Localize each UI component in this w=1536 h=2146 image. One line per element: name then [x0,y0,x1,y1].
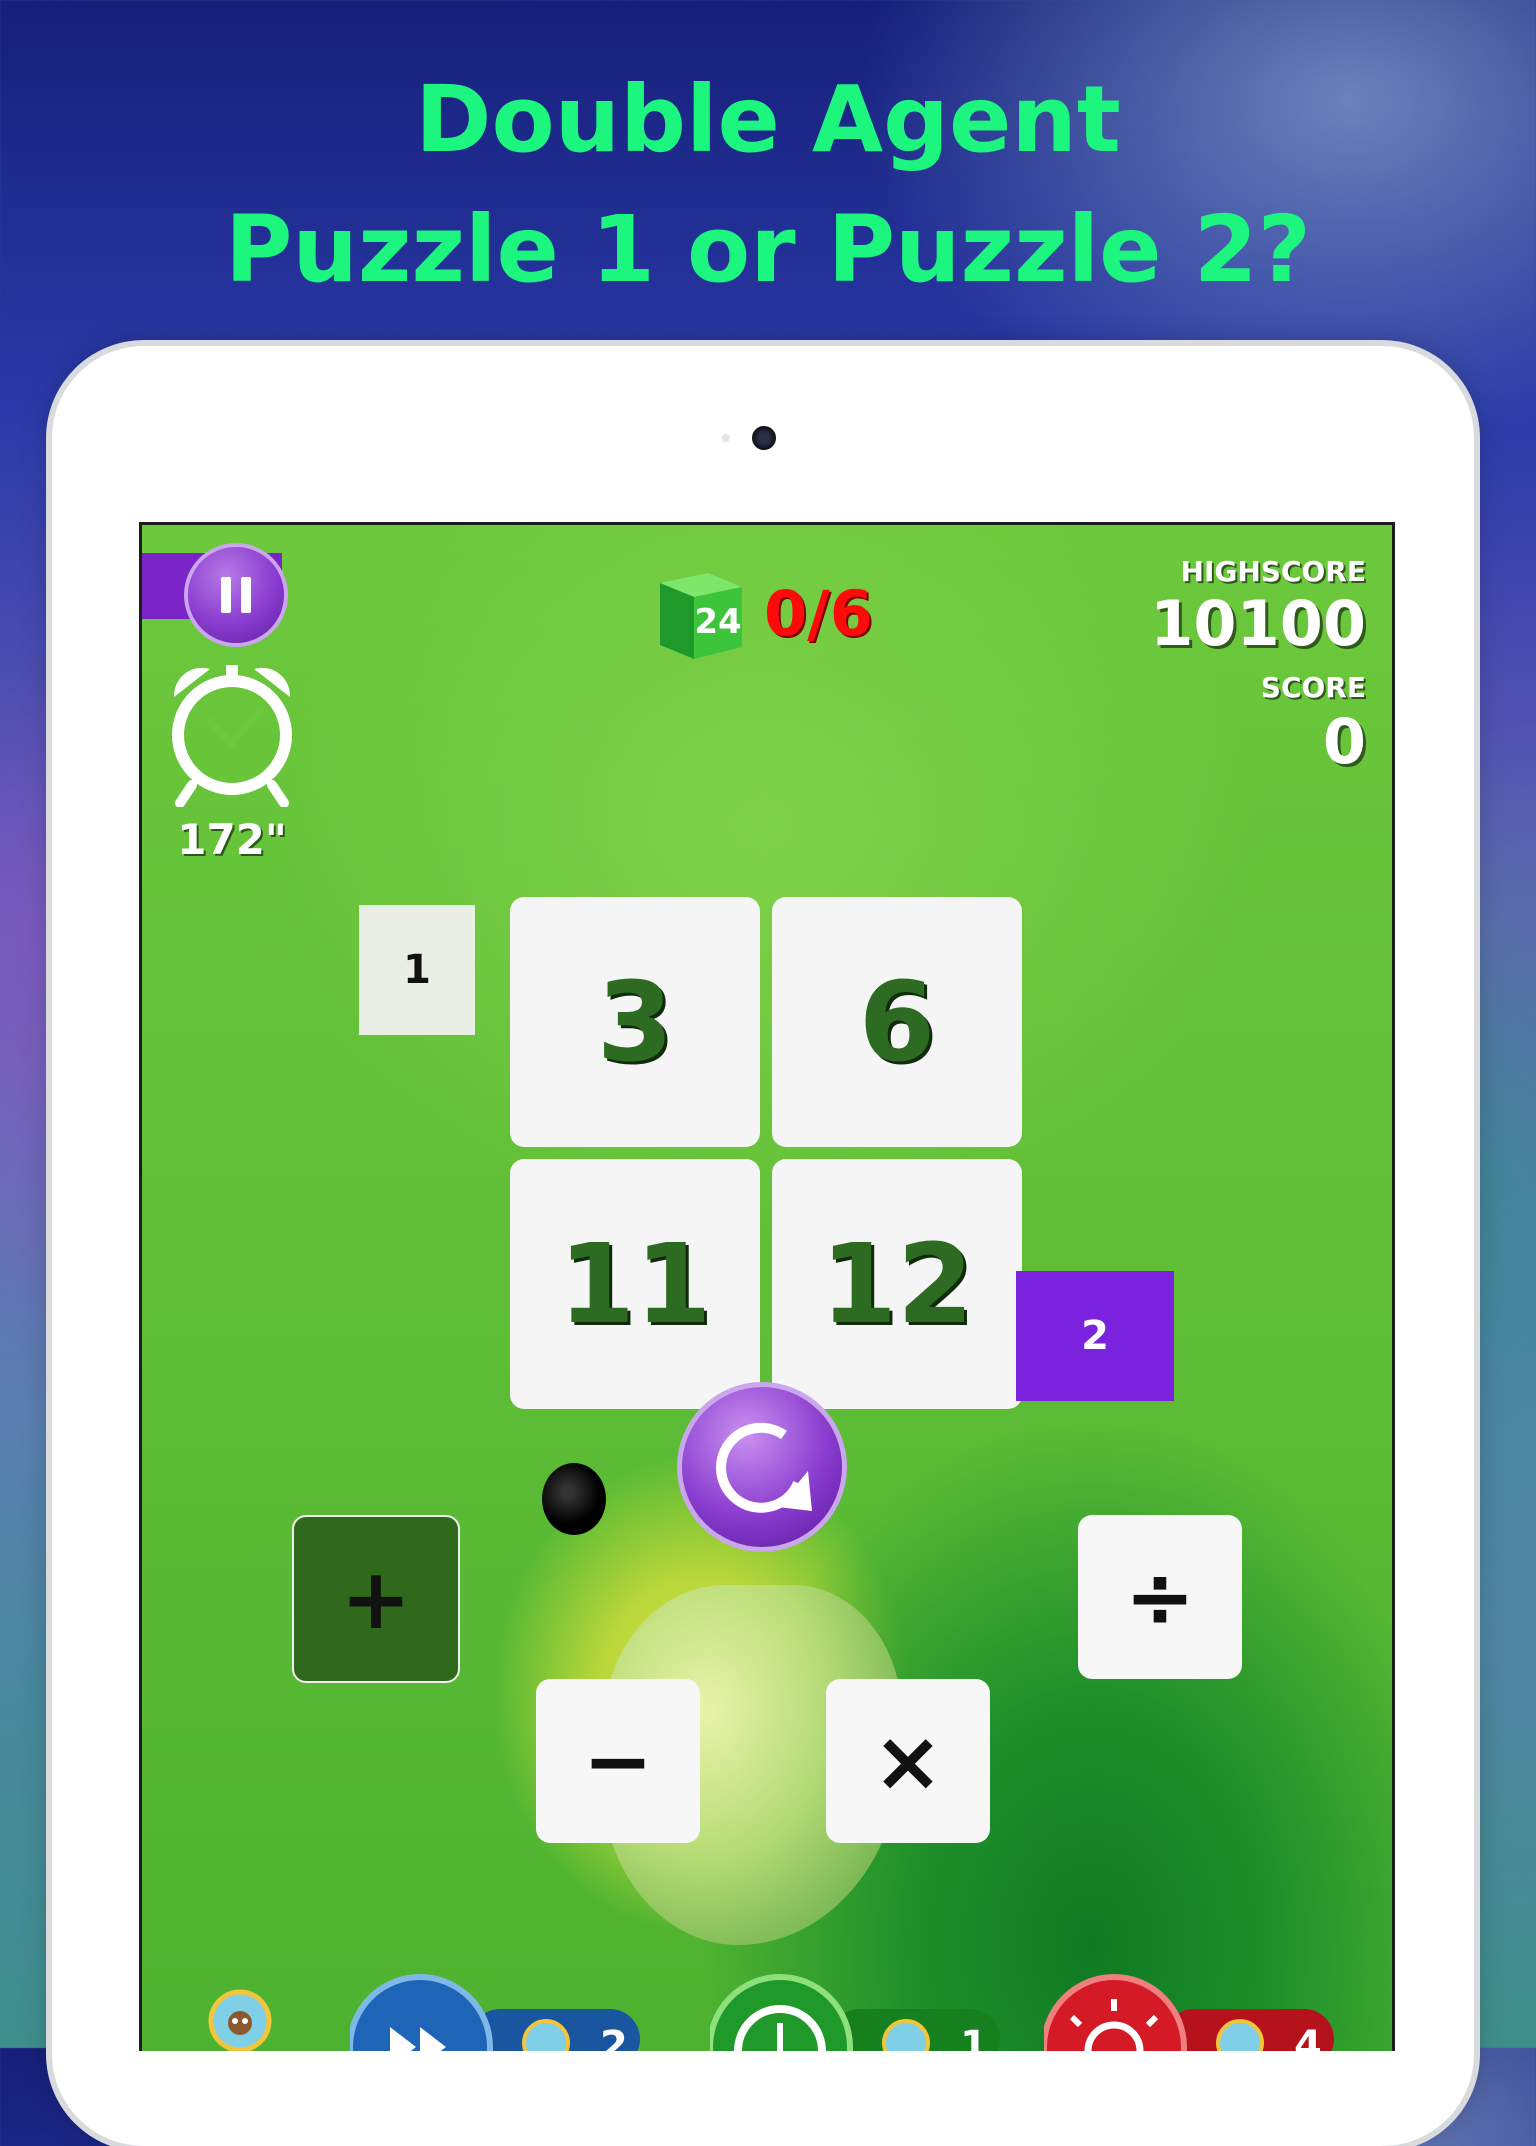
headline-subtitle: Puzzle 1 or Puzzle 2? [225,196,1311,303]
timer-text: 172" [177,815,287,864]
puzzle-marker-2: 2 [1016,1271,1174,1401]
number-card-12[interactable]: 12 [772,1159,1022,1409]
tablet-sensor [722,434,730,442]
tablet-camera [752,426,776,450]
number-card-3[interactable]: 3 [510,897,760,1147]
number-card-6[interactable]: 6 [772,897,1022,1147]
alarm-clock-icon [172,665,292,807]
monkey-coin-icon[interactable] [208,1989,272,2051]
time-powerup-button[interactable]: 1 [710,1967,1010,2051]
number-card-11[interactable]: 11 [510,1159,760,1409]
hint-powerup-button[interactable]: 4 [1044,1967,1344,2051]
highscore-value: 10100 [1150,587,1366,660]
pause-icon [221,577,231,613]
reset-button[interactable] [682,1387,842,1547]
parrot-eye [542,1463,606,1535]
puzzle-marker-1: 1 [359,905,475,1035]
pause-button[interactable] [188,547,284,643]
skip-count: 2 [600,2023,628,2051]
score-value: 0 [1322,705,1366,778]
score-label: SCORE [1260,671,1366,704]
cube-24-label: 24 [694,602,741,642]
game-screen: 172" 24 0/6 HIGHSCORE 10100 SCORE 0 1 3 … [139,522,1395,2051]
hint-count: 4 [1294,2023,1322,2051]
time-count: 1 [960,2023,988,2051]
multiply-button[interactable]: × [826,1679,990,1843]
progress-counter: 0/6 [764,577,873,650]
reset-icon [716,1422,812,1513]
cube-24-logo-icon: 24 [660,573,742,659]
skip-powerup-button[interactable]: 2 [350,1967,650,2051]
highscore-label: HIGHSCORE [1180,555,1366,588]
divide-button[interactable]: ÷ [1078,1515,1242,1679]
plus-button[interactable]: + [292,1515,460,1683]
minus-button[interactable]: − [536,1679,700,1843]
headline-title: Double Agent [415,66,1121,173]
